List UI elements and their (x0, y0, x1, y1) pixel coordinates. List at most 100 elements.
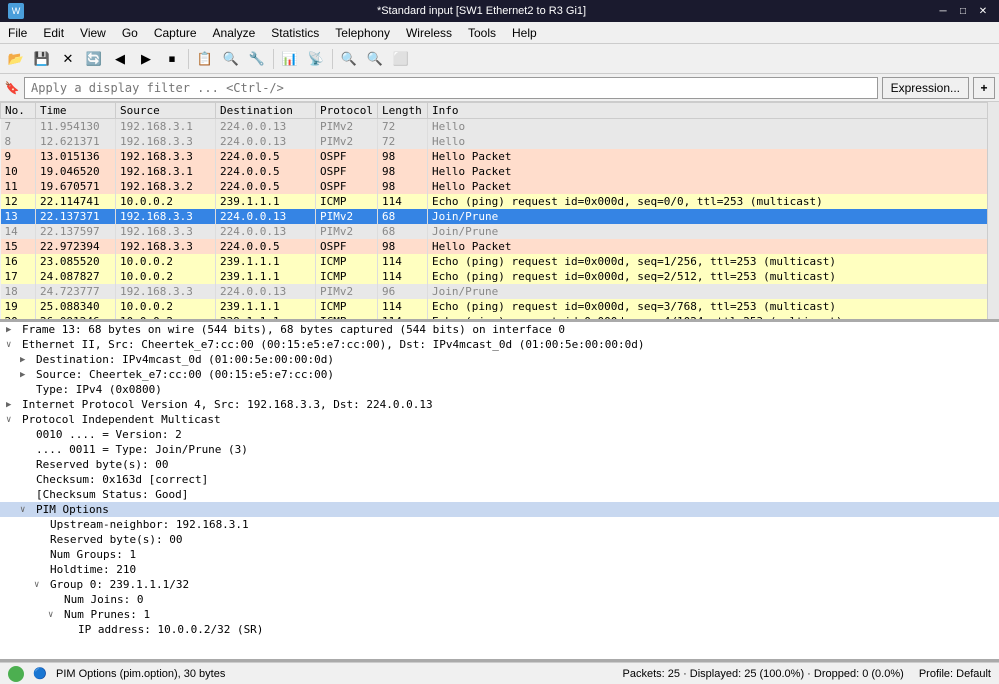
maximize-button[interactable]: □ (955, 3, 971, 19)
detail-line[interactable]: ▶Destination: IPv4mcast_0d (01:00:5e:00:… (0, 352, 999, 367)
col-header-info[interactable]: Info (427, 103, 998, 119)
col-header-destination[interactable]: Destination (216, 103, 316, 119)
col-header-source[interactable]: Source (116, 103, 216, 119)
detail-line[interactable]: ∨Num Prunes: 1 (0, 607, 999, 622)
detail-line[interactable]: ∨Group 0: 239.1.1.1/32 (0, 577, 999, 592)
toolbar-btn-zoom-out[interactable]: 🔍 (363, 47, 387, 71)
packet-list-scrollbar[interactable] (987, 102, 999, 319)
detail-line[interactable]: 0010 .... = Version: 2 (0, 427, 999, 442)
close-button[interactable]: ✕ (975, 3, 991, 19)
detail-line[interactable]: ∨PIM Options (0, 502, 999, 517)
expand-icon[interactable]: ▶ (6, 400, 18, 410)
toolbar-btn-prefs[interactable]: 🔧 (245, 47, 269, 71)
menu-item-statistics[interactable]: Statistics (263, 22, 327, 43)
table-row[interactable]: 1522.972394192.168.3.3224.0.0.5OSPF98Hel… (1, 239, 999, 254)
menu-item-help[interactable]: Help (504, 22, 545, 43)
toolbar-btn-reload[interactable]: 🔄 (82, 47, 106, 71)
expand-icon[interactable]: ∨ (6, 415, 18, 425)
cell-protocol: ICMP (316, 299, 378, 314)
table-row[interactable]: 1925.08834010.0.0.2239.1.1.1ICMP114Echo … (1, 299, 999, 314)
expand-icon[interactable]: ∨ (20, 505, 32, 515)
table-row[interactable]: 1824.723777192.168.3.3224.0.0.13PIMv296J… (1, 284, 999, 299)
toolbar-btn-zoom-fit[interactable]: ⬜ (389, 47, 413, 71)
detail-line[interactable]: Upstream-neighbor: 192.168.3.1 (0, 517, 999, 532)
table-row[interactable]: 1422.137597192.168.3.3224.0.0.13PIMv268J… (1, 224, 999, 239)
table-row[interactable]: 1724.08782710.0.0.2239.1.1.1ICMP114Echo … (1, 269, 999, 284)
detail-text: Reserved byte(s): 00 (50, 533, 182, 546)
cell-info: Echo (ping) request id=0x000d, seq=2/512… (427, 269, 998, 284)
expand-icon[interactable]: ▶ (20, 370, 32, 380)
col-header-no[interactable]: No. (1, 103, 36, 119)
title-app-icon: W (8, 3, 24, 19)
detail-line[interactable]: Holdtime: 210 (0, 562, 999, 577)
expand-icon[interactable]: ∨ (34, 580, 46, 590)
menu-item-tools[interactable]: Tools (460, 22, 504, 43)
cell-time: 11.954130 (36, 119, 116, 135)
minimize-button[interactable]: ─ (935, 3, 951, 19)
detail-line[interactable]: .... 0011 = Type: Join/Prune (3) (0, 442, 999, 457)
cell-length: 98 (377, 164, 427, 179)
detail-line[interactable]: ∨Protocol Independent Multicast (0, 412, 999, 427)
detail-line[interactable]: ▶ Internet Protocol Version 4, Src: 192.1… (0, 397, 999, 412)
capture-status-icon[interactable] (8, 666, 24, 682)
table-row[interactable]: 1623.08552010.0.0.2239.1.1.1ICMP114Echo … (1, 254, 999, 269)
expand-icon[interactable]: ▶ (6, 325, 18, 335)
col-header-protocol[interactable]: Protocol (316, 103, 378, 119)
detail-text: Internet Protocol Version 4, Src: 192.16… (22, 398, 433, 411)
cell-no: 10 (1, 164, 36, 179)
table-row[interactable]: 913.015136192.168.3.3224.0.0.5OSPF98Hell… (1, 149, 999, 164)
col-header-length[interactable]: Length (377, 103, 427, 119)
menu-item-wireless[interactable]: Wireless (398, 22, 460, 43)
toolbar-btn-close[interactable]: ✕ (56, 47, 80, 71)
toolbar-btn-capture[interactable]: 📡 (304, 47, 328, 71)
toolbar-btn-graph[interactable]: 📊 (278, 47, 302, 71)
cell-length: 114 (377, 269, 427, 284)
toolbar-btn-find[interactable]: 🔍 (219, 47, 243, 71)
table-row[interactable]: 2026.09124610.0.0.2239.1.1.1ICMP114Echo … (1, 314, 999, 322)
cell-time: 24.723777 (36, 284, 116, 299)
table-row[interactable]: 1119.670571192.168.3.2224.0.0.5OSPF98Hel… (1, 179, 999, 194)
add-filter-button[interactable]: + (973, 77, 995, 99)
detail-line[interactable]: ▶Frame 13: 68 bytes on wire (544 bits), … (0, 322, 999, 337)
cell-length: 98 (377, 239, 427, 254)
table-row[interactable]: 1019.046520192.168.3.1224.0.0.5OSPF98Hel… (1, 164, 999, 179)
menu-item-file[interactable]: File (0, 22, 35, 43)
cell-info: Hello (427, 134, 998, 149)
table-row[interactable]: 1222.11474110.0.0.2239.1.1.1ICMP114Echo … (1, 194, 999, 209)
menu-item-telephony[interactable]: Telephony (327, 22, 398, 43)
detail-line[interactable]: Num Groups: 1 (0, 547, 999, 562)
toolbar-btn-copy[interactable]: 📋 (193, 47, 217, 71)
toolbar-separator-7 (188, 49, 189, 69)
detail-line[interactable]: ∨Ethernet II, Src: Cheertek_e7:cc:00 (00… (0, 337, 999, 352)
menu-item-analyze[interactable]: Analyze (205, 22, 264, 43)
menu-item-view[interactable]: View (72, 22, 114, 43)
detail-line[interactable]: Checksum: 0x163d [correct] (0, 472, 999, 487)
detail-line[interactable]: Num Joins: 0 (0, 592, 999, 607)
expand-icon[interactable]: ∨ (6, 340, 18, 350)
menu-item-edit[interactable]: Edit (35, 22, 72, 43)
expression-button[interactable]: Expression... (882, 77, 969, 99)
detail-line[interactable]: ▶Source: Cheertek_e7:cc:00 (00:15:e5:e7:… (0, 367, 999, 382)
detail-line[interactable]: Type: IPv4 (0x0800) (0, 382, 999, 397)
toolbar-btn-zoom-in[interactable]: 🔍 (337, 47, 361, 71)
expand-icon[interactable]: ▶ (20, 355, 32, 365)
detail-line[interactable]: IP address: 10.0.0.2/32 (SR) (0, 622, 999, 637)
toolbar-btn-stop[interactable]: ⏹ (160, 47, 184, 71)
detail-line[interactable]: Reserved byte(s): 00 (0, 532, 999, 547)
menu-item-capture[interactable]: Capture (146, 22, 205, 43)
table-row[interactable]: 1322.137371192.168.3.3224.0.0.13PIMv268J… (1, 209, 999, 224)
toolbar-btn-save[interactable]: 💾 (30, 47, 54, 71)
table-row[interactable]: 711.954130192.168.3.1224.0.0.13PIMv272He… (1, 119, 999, 135)
packet-list: No.TimeSourceDestinationProtocolLengthIn… (0, 102, 999, 322)
toolbar-btn-back[interactable]: ◀ (108, 47, 132, 71)
col-header-time[interactable]: Time (36, 103, 116, 119)
toolbar-btn-open[interactable]: 📂 (4, 47, 28, 71)
menu-item-go[interactable]: Go (114, 22, 146, 43)
detail-line[interactable]: [Checksum Status: Good] (0, 487, 999, 502)
table-row[interactable]: 812.621371192.168.3.3224.0.0.13PIMv272He… (1, 134, 999, 149)
expand-icon[interactable]: ∨ (48, 610, 60, 620)
expert-info-icon[interactable]: 🔵 (32, 666, 48, 682)
toolbar-btn-forward[interactable]: ▶ (134, 47, 158, 71)
display-filter-input[interactable] (24, 77, 878, 99)
detail-line[interactable]: Reserved byte(s): 00 (0, 457, 999, 472)
